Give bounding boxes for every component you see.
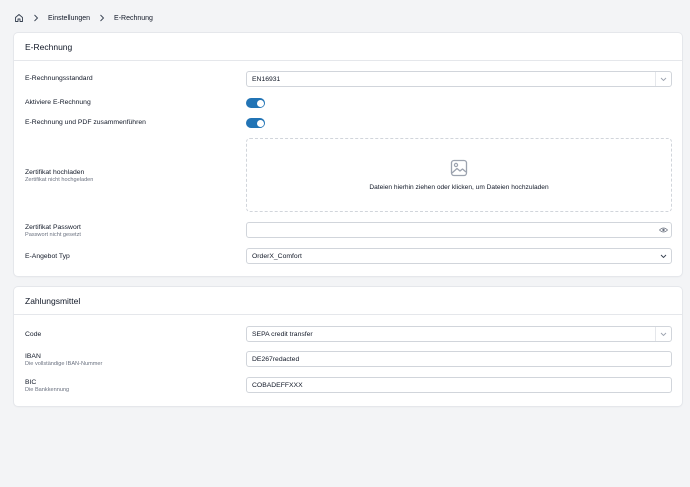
zertifikat-dropzone[interactable]: Dateien hierhin ziehen oder klicken, um … (246, 138, 672, 212)
bic-label: BIC (25, 379, 37, 386)
eye-icon[interactable] (655, 223, 671, 237)
iban-label: IBAN (25, 353, 41, 360)
angebot-typ-label: E-Angebot Typ (25, 253, 70, 260)
toggle-knob (256, 99, 264, 107)
chevron-right-icon (33, 14, 39, 22)
zertifikat-label: Zertifikat hochladen (25, 169, 85, 176)
zahlungsmittel-card: Zahlungsmittel Code SEPA credit transfer… (14, 287, 682, 406)
chevron-down-icon (655, 249, 671, 263)
bic-sublabel: Die Bankkennung (25, 387, 70, 393)
breadcrumb-item-erechnung: E-Rechnung (114, 14, 153, 22)
breadcrumb-item-einstellungen[interactable]: Einstellungen (48, 15, 90, 22)
merge-pdf-toggle[interactable] (246, 118, 265, 128)
erechnung-title: E-Rechnung (25, 42, 73, 52)
toggle-knob (256, 119, 264, 127)
passwort-sublabel: Passwort nicht gesetzt (25, 232, 81, 238)
aktiviere-label: Aktiviere E-Rechnung (25, 99, 91, 106)
breadcrumb: Einstellungen E-Rechnung (14, 12, 153, 24)
code-label: Code (25, 331, 42, 338)
zahlungsmittel-title: Zahlungsmittel (25, 296, 81, 306)
aktiviere-toggle[interactable] (246, 98, 265, 108)
passwort-label: Zertifikat Passwort (25, 224, 81, 231)
chevron-down-icon (655, 72, 671, 86)
iban-value: DE267redacted (252, 355, 300, 363)
standard-label: E-Rechnungsstandard (25, 75, 93, 82)
card-divider (14, 60, 682, 61)
chevron-right-icon (99, 14, 105, 22)
iban-sublabel: Die vollständige IBAN-Nummer (25, 361, 103, 367)
image-icon (450, 159, 468, 177)
angebot-typ-value: OrderX_Comfort (252, 252, 302, 260)
bic-value: COBADEFFXXX (252, 381, 303, 389)
chevron-down-icon (655, 327, 671, 341)
standard-select[interactable]: EN16931 (246, 71, 672, 87)
home-icon[interactable] (14, 13, 24, 23)
zertifikat-sublabel: Zertifikat nicht hochgeladen (25, 177, 94, 183)
dropzone-text: Dateien hierhin ziehen oder klicken, um … (369, 184, 549, 191)
merge-pdf-label: E-Rechnung und PDF zusammenführen (25, 119, 146, 126)
code-value: SEPA credit transfer (252, 330, 313, 338)
passwort-input[interactable] (246, 222, 672, 238)
erechnung-card: E-Rechnung E-Rechnungsstandard EN16931 A… (14, 33, 682, 276)
code-select[interactable]: SEPA credit transfer (246, 326, 672, 342)
card-divider (14, 314, 682, 315)
bic-input[interactable]: COBADEFFXXX (246, 377, 672, 393)
standard-value: EN16931 (252, 75, 281, 83)
angebot-typ-select[interactable]: OrderX_Comfort (246, 248, 672, 264)
iban-input[interactable]: DE267redacted (246, 351, 672, 367)
